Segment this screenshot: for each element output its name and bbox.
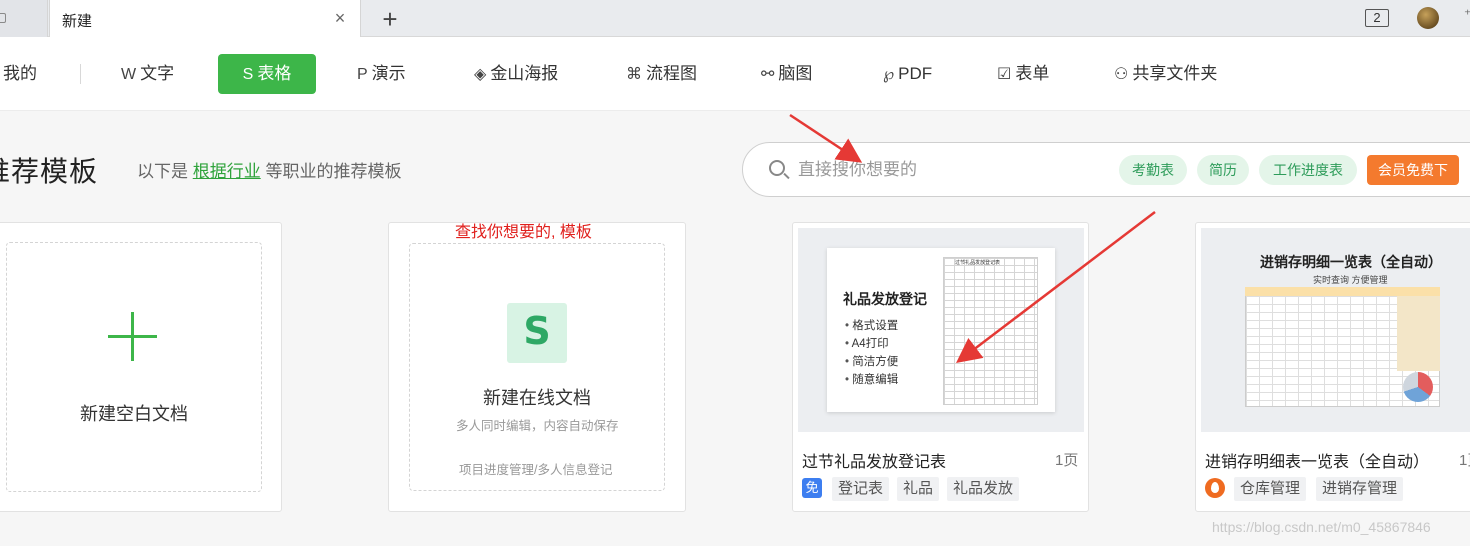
category-label: PDF (898, 64, 933, 83)
watermark: https://blog.csdn.net/m0_45867846 (1212, 519, 1431, 535)
search-input[interactable] (798, 156, 1098, 184)
presentation-icon: P (357, 66, 368, 83)
flowchart-icon: ⌘ (626, 66, 642, 83)
tab-label: 新建 (62, 13, 93, 30)
annotation-text: 查找你想要的, 模板 (455, 224, 592, 241)
tag-warehouse[interactable]: 仓库管理 (1234, 477, 1307, 501)
tag-inventory[interactable]: 进销存管理 (1316, 477, 1404, 501)
mindmap-icon: ⚯ (761, 66, 775, 83)
category-shared-folder[interactable]: ⚇ 共享文件夹 (1114, 54, 1217, 94)
spreadsheet-icon: S (242, 66, 254, 83)
tab-new[interactable]: 新建 × (49, 0, 361, 38)
logo-letter: S (523, 309, 551, 353)
thumbnail-feature-list: 格式设置 A4打印 简洁方便 随意编辑 (845, 317, 899, 389)
subtitle-suffix: 等职业的推荐模板 (265, 162, 402, 181)
online-card-footer: 项目进度管理/多人信息登记 (459, 463, 613, 477)
tab-bar: 新建 × + 2 ⁺ (0, 0, 1470, 38)
category-label: 我的 (3, 64, 37, 83)
template-title[interactable]: 过节礼品发放登记表 (802, 448, 946, 472)
online-card-subtitle: 多人同时编辑，内容自动保存 (456, 419, 619, 433)
spreadsheet-logo-icon: S (507, 303, 567, 363)
window-icon (0, 13, 6, 23)
thumbnail-pie-chart (1403, 372, 1433, 402)
category-label: 表格 (257, 64, 292, 83)
tag-register[interactable]: 登记表 (832, 477, 890, 501)
thumbnail-sheet-summary (1397, 296, 1440, 371)
online-card-frame (409, 243, 665, 491)
category-label: 脑图 (778, 64, 813, 83)
category-label: 演示 (371, 64, 406, 83)
subtitle-prefix: 以下是 (137, 162, 188, 181)
page-title: 推荐模板 (0, 156, 99, 187)
share-folder-icon: ⚇ (1114, 66, 1129, 83)
industry-link[interactable]: 根据行业 (193, 162, 261, 181)
category-spreadsheet[interactable]: S 表格 (218, 54, 316, 94)
category-label: 流程图 (646, 64, 697, 83)
plus-icon (108, 335, 157, 338)
poster-icon: ◈ (474, 66, 487, 83)
category-label: 表单 (1015, 64, 1050, 83)
hot-icon (1205, 478, 1225, 498)
more-icon[interactable]: ⁺ (1464, 6, 1470, 23)
blank-card-frame (6, 242, 262, 492)
thumbnail-sheet (943, 257, 1038, 405)
divider (80, 64, 81, 84)
category-form[interactable]: ☑ 表单 (997, 54, 1049, 94)
feature-item: 格式设置 (845, 317, 898, 335)
category-writer[interactable]: W 文字 (121, 54, 174, 94)
tab-previous[interactable] (0, 0, 48, 37)
thumbnail-title: 礼品发放登记 (843, 291, 927, 307)
category-label: 共享文件夹 (1132, 64, 1218, 83)
feature-item: A4打印 (845, 335, 898, 353)
search-box: 考勤表 简历 工作进度表 会员免费下 (742, 142, 1470, 197)
free-badge: 免 (802, 478, 822, 498)
category-presentation[interactable]: P 演示 (357, 54, 406, 94)
feature-item: 简洁方便 (845, 353, 898, 371)
writer-icon: W (121, 66, 137, 83)
chip-resume[interactable]: 简历 (1197, 155, 1249, 185)
chip-attendance[interactable]: 考勤表 (1119, 155, 1187, 185)
thumbnail-sheet-header (1245, 287, 1440, 296)
recommend-subtitle: 以下是 根据行业 等职业的推荐模板 (137, 157, 401, 182)
category-bar: 我的 W 文字 S 表格 P 演示 ◈ 金山海报 ⌘ 流程图 ⚯ 脑图 ℘ PDF ☑ 表单 ⚇… (0, 37, 1470, 111)
window-count-badge[interactable]: 2 (1365, 9, 1389, 27)
close-icon[interactable]: × (332, 9, 348, 27)
template-page-count: 1页 (1055, 452, 1079, 469)
category-label: 文字 (140, 64, 175, 83)
pdf-icon: ℘ (883, 66, 895, 83)
category-mine[interactable]: 我的 (3, 54, 37, 94)
template-page-count: 1页 (1459, 452, 1470, 469)
new-blank-label: 新建空白文档 (80, 404, 188, 424)
new-online-label: 新建在线文档 (483, 388, 591, 408)
category-pdf[interactable]: ℘ PDF (883, 54, 932, 94)
vip-download-button[interactable]: 会员免费下 (1367, 155, 1459, 185)
thumbnail-sheet-header: 过节礼品发放登记表 (955, 260, 1001, 266)
chip-progress[interactable]: 工作进度表 (1259, 155, 1357, 185)
form-icon: ☑ (997, 66, 1012, 83)
category-mindmap[interactable]: ⚯ 脑图 (761, 54, 812, 94)
tag-gift-issue[interactable]: 礼品发放 (947, 477, 1020, 501)
search-icon[interactable] (769, 160, 785, 176)
thumbnail-subtitle: 实时查询 方便管理 (1313, 275, 1388, 285)
thumbnail-title: 进销存明细一览表（全自动） (1260, 254, 1442, 270)
category-poster[interactable]: ◈ 金山海报 (474, 54, 558, 94)
category-label: 金山海报 (490, 64, 559, 83)
add-tab-button[interactable]: + (376, 5, 404, 33)
tag-gift[interactable]: 礼品 (897, 477, 940, 501)
avatar[interactable] (1417, 7, 1439, 29)
feature-item: 随意编辑 (845, 371, 898, 389)
category-flowchart[interactable]: ⌘ 流程图 (626, 54, 697, 94)
template-title[interactable]: 进销存明细表一览表（全自动） (1205, 448, 1429, 472)
